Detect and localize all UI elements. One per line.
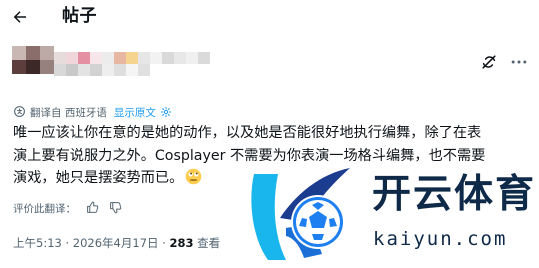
post-meta: 上午5:13 · 2026年4月17日 · 283 查看 bbox=[13, 234, 220, 252]
translate-icon bbox=[14, 106, 25, 117]
post-line: 唯一应该让你在意的是她的动作，以及她是否能很好地执行编舞，除了在表 bbox=[13, 125, 482, 141]
more-options-icon[interactable] bbox=[509, 52, 529, 72]
back-arrow-icon[interactable] bbox=[11, 8, 29, 26]
obscured-user-info[interactable] bbox=[10, 44, 340, 80]
watermark: 开云体育 kaiyun.com bbox=[246, 160, 536, 268]
show-original-link[interactable]: 显示原文 bbox=[114, 107, 156, 119]
grok-icon[interactable] bbox=[479, 52, 499, 72]
header-bar: 帖子 bbox=[0, 0, 539, 34]
thumbs-up-icon[interactable] bbox=[86, 201, 99, 214]
watermark-brand: 开云体育 bbox=[372, 172, 537, 217]
rate-translation-label: 评价此翻译： bbox=[13, 203, 76, 215]
watermark-url: kaiyun.com bbox=[373, 228, 508, 250]
watermark-logo bbox=[251, 168, 350, 260]
views-label: 查看 bbox=[193, 236, 221, 250]
translation-info: 翻译自 西班牙语 显示原文 bbox=[13, 105, 172, 121]
translation-source-label: 翻译自 西班牙语 bbox=[30, 107, 107, 119]
gear-icon[interactable] bbox=[160, 106, 172, 118]
page-title: 帖子 bbox=[62, 6, 97, 26]
views-count: 283 bbox=[169, 236, 194, 250]
rolling-eyes-emoji-icon bbox=[185, 168, 202, 185]
post-actions-top bbox=[479, 52, 529, 72]
thumbs-down-icon[interactable] bbox=[109, 201, 122, 214]
timestamp[interactable]: 上午5:13 · 2026年4月17日 · bbox=[13, 236, 169, 250]
rate-translation: 评价此翻译： bbox=[13, 200, 122, 218]
post-line-text: 演戏，她只是摆姿势而已。 bbox=[13, 170, 184, 186]
